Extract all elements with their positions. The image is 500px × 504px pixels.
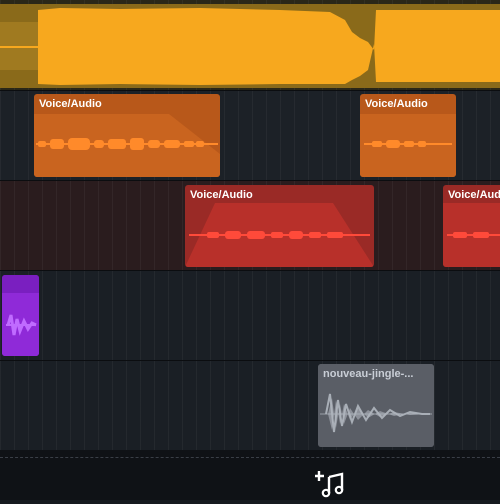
effect-waveform (2, 275, 39, 356)
voice-clip-3[interactable]: Voice/Audio (185, 185, 374, 267)
music-add-icon[interactable] (314, 469, 347, 499)
voice-clip-4[interactable]: Voice/Audio (443, 185, 500, 267)
clip-label: Voice/Audio (190, 189, 253, 201)
track-lane-effect (0, 271, 500, 360)
effect-clip[interactable] (2, 275, 39, 356)
clip-label: Voice/Audio (365, 98, 428, 110)
music-waveform (0, 4, 500, 88)
clip-label: Voice/Audio (448, 189, 500, 201)
jingle-clip[interactable]: nouveau-jingle-... (318, 364, 434, 447)
clip-label: nouveau-jingle-... (323, 368, 414, 380)
clip-label: Voice/Audio (39, 98, 102, 110)
voice-clip-2[interactable]: Voice/Audio (360, 94, 456, 177)
drop-zone-divider (0, 457, 500, 458)
voice-clip-1[interactable]: Voice/Audio (34, 94, 220, 177)
music-clip[interactable] (0, 4, 500, 88)
